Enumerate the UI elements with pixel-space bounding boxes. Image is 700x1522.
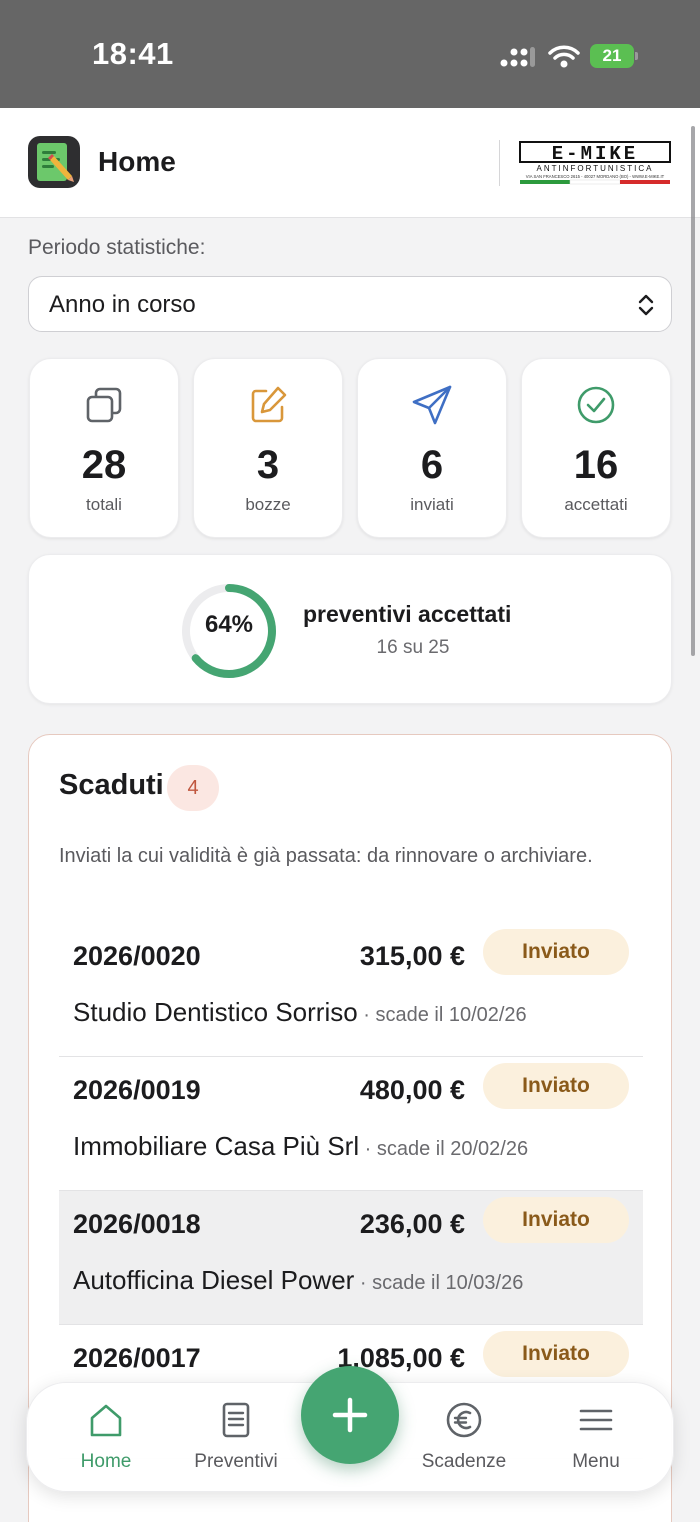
hamburger-menu-icon <box>579 1409 613 1431</box>
battery-level: 21 <box>590 44 634 68</box>
stat-label: inviati <box>410 495 454 514</box>
page-title: Home <box>98 146 176 177</box>
quote-number: 2026/0017 <box>73 1343 201 1373</box>
acceptance-percent: 64% <box>204 611 254 638</box>
status-badge: Inviato <box>483 1063 629 1109</box>
acceptance-title: preventivi accettati <box>303 601 512 627</box>
status-badge: Inviato <box>483 929 629 975</box>
battery-tip <box>635 52 638 60</box>
app-logo-icon <box>28 136 80 188</box>
tab-label: Scadenze <box>421 1451 507 1472</box>
tab-label: Home <box>80 1451 132 1472</box>
stat-value: 16 <box>573 443 619 487</box>
expired-description: Inviati la cui validità è già passata: d… <box>59 845 593 867</box>
client-name: Autofficina Diesel Power <box>73 1265 355 1295</box>
quote-client: Immobiliare Casa Più Srl · scade il 20/0… <box>73 1131 528 1162</box>
quote-row[interactable]: 2026/0019 480,00 € Inviato Immobiliare C… <box>59 1057 643 1191</box>
stat-label: bozze <box>245 495 291 514</box>
status-time: 18:41 <box>92 36 174 71</box>
euro-icon <box>446 1402 482 1438</box>
acceptance-card: 64% preventivi accettati 16 su 25 <box>28 554 672 704</box>
copy-icon <box>86 387 122 423</box>
document-icon <box>222 1402 250 1438</box>
header-divider <box>499 140 500 186</box>
add-quote-button[interactable] <box>301 1366 399 1464</box>
expired-title: Scaduti <box>59 769 164 801</box>
quote-amount: 480,00 € <box>359 1075 465 1105</box>
client-name: Immobiliare Casa Più Srl <box>73 1131 360 1161</box>
status-bar: 18:41 21 <box>0 0 700 108</box>
scrollbar[interactable] <box>691 126 695 656</box>
chevron-updown-icon <box>638 294 654 316</box>
quote-number: 2026/0019 <box>73 1075 201 1105</box>
tab-home[interactable]: Home <box>51 1383 161 1493</box>
stat-card-sent[interactable]: 6 inviati <box>357 358 507 538</box>
svg-text:E-MIKE: E-MIKE <box>552 143 638 165</box>
tab-label: Menu <box>572 1451 620 1472</box>
quote-row[interactable]: 2026/0018 236,00 € Inviato Autofficina D… <box>59 1191 643 1325</box>
brand-logo: E-MIKE ANTINFORTUNISTICA VIA SAN FRANCES… <box>519 141 671 185</box>
quote-number: 2026/0018 <box>73 1209 201 1239</box>
svg-text:ANTINFORTUNISTICA: ANTINFORTUNISTICA <box>537 164 654 173</box>
quote-due-date: · scade il 10/03/26 <box>354 1272 524 1294</box>
quote-due-date: · scade il 10/02/26 <box>357 1004 527 1026</box>
stat-value: 6 <box>420 443 444 487</box>
acceptance-subtitle: 16 su 25 <box>376 637 450 658</box>
stat-label: totali <box>86 495 122 514</box>
edit-icon <box>251 386 287 423</box>
wifi-icon <box>548 45 580 68</box>
period-select[interactable]: Anno in corso <box>28 276 672 332</box>
quote-amount: 315,00 € <box>359 941 465 971</box>
stat-value: 3 <box>256 443 280 487</box>
app-header: Home E-MIKE ANTINFORTUNISTICA VIA SAN FR… <box>0 108 700 218</box>
check-circle-icon <box>577 386 615 424</box>
tab-quotes[interactable]: Preventivi <box>181 1383 291 1493</box>
status-badge: Inviato <box>483 1331 629 1377</box>
send-icon <box>412 385 452 425</box>
tab-menu[interactable]: Menu <box>541 1383 651 1493</box>
battery-icon: 21 <box>590 44 638 68</box>
stat-card-total[interactable]: 28 totali <box>29 358 179 538</box>
stat-card-drafts[interactable]: 3 bozze <box>193 358 343 538</box>
client-name: Studio Dentistico Sorriso <box>73 997 358 1027</box>
svg-text:VIA SAN FRANCESCO 2615 - 40027: VIA SAN FRANCESCO 2615 - 40027 MORDANO (… <box>526 174 665 179</box>
quote-client: Studio Dentistico Sorriso · scade il 10/… <box>73 997 527 1028</box>
plus-icon <box>332 1397 368 1433</box>
expired-count-badge: 4 <box>167 765 219 811</box>
stat-label: accettati <box>564 495 628 514</box>
quote-row[interactable]: 2026/0020 315,00 € Inviato Studio Dentis… <box>59 923 643 1057</box>
status-badge: Inviato <box>483 1197 629 1243</box>
quote-amount: 236,00 € <box>359 1209 465 1239</box>
period-select-value: Anno in corso <box>49 291 196 318</box>
signal-icon <box>500 47 535 67</box>
tab-label: Preventivi <box>194 1451 278 1472</box>
stat-value: 28 <box>81 443 127 487</box>
quote-number: 2026/0020 <box>73 941 201 971</box>
tab-deadlines[interactable]: Scadenze <box>409 1383 519 1493</box>
stat-card-accepted[interactable]: 16 accettati <box>521 358 671 538</box>
quote-client: Autofficina Diesel Power · scade il 10/0… <box>73 1265 523 1296</box>
period-label: Periodo statistiche: <box>28 236 206 259</box>
quote-due-date: · scade il 20/02/26 <box>359 1138 529 1160</box>
home-icon <box>90 1404 122 1437</box>
